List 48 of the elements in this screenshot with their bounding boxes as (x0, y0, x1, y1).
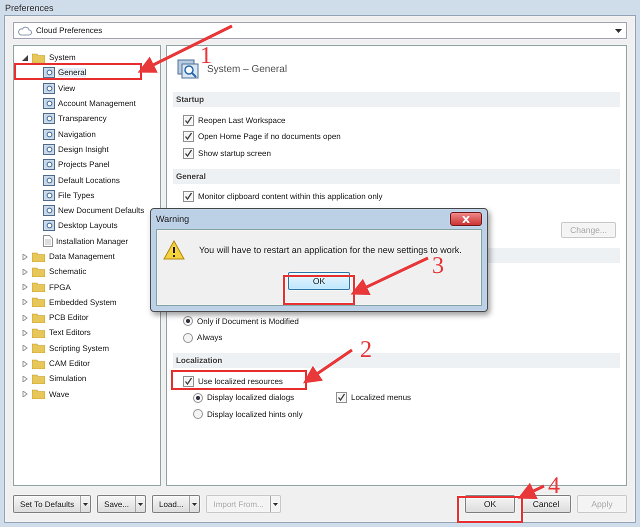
tree-item[interactable]: Data Management (49, 252, 115, 261)
tree-item[interactable]: Installation Manager (56, 236, 128, 246)
section-title: Startup (176, 95, 204, 104)
checkbox-label: Localized menus (351, 393, 412, 402)
checkbox-label: Use localized resources (198, 376, 283, 386)
panel-title: System – General (207, 64, 288, 74)
tree-item[interactable]: Desktop Layouts (58, 221, 118, 230)
tree-item[interactable]: Transparency (58, 114, 107, 124)
tree-item[interactable]: Projects Panel (58, 160, 110, 170)
tree-item[interactable]: Default Locations (58, 176, 120, 185)
tree-item[interactable]: System (49, 53, 76, 62)
tree-item[interactable]: General (58, 68, 86, 78)
tree-item[interactable]: Design Insight (58, 144, 109, 154)
radio-label: Only if Document is Modified (197, 316, 299, 326)
tree-item[interactable]: FPGA (49, 282, 71, 292)
dialog-message: You will have to restart an application for the new settings to work. (199, 245, 462, 255)
tree-item[interactable]: Account Management (58, 99, 136, 108)
tree-item[interactable]: Simulation (49, 374, 86, 384)
tree-item[interactable]: Text Editors (49, 328, 91, 338)
tree-item[interactable]: Wave (49, 390, 70, 399)
tree-item[interactable]: Navigation (58, 130, 96, 139)
tree-item[interactable]: PCB Editor (49, 313, 89, 322)
checkbox-label: Show startup screen (198, 148, 271, 158)
checkbox-label: Monitor clipboard content within this application only (198, 192, 383, 202)
section-title: Localization (176, 356, 222, 365)
tree-item[interactable]: Schematic (49, 267, 86, 276)
checkbox-label: Reopen Last Workspace (198, 116, 286, 125)
preferences-dropdown[interactable]: Cloud Preferences (13, 22, 627, 39)
dialog-button[interactable]: Cancel (521, 495, 571, 513)
section-title: General (176, 172, 206, 180)
split-button[interactable]: Load... (152, 495, 200, 513)
split-button[interactable]: Save... (97, 495, 146, 513)
tree-item[interactable]: File Types (58, 190, 94, 200)
tree-item[interactable]: Embedded System (49, 298, 117, 307)
tree-item[interactable]: Scripting System (49, 344, 110, 353)
tree-item[interactable]: CAM Editor (49, 359, 90, 368)
radio-label: Always (197, 333, 222, 342)
step-number: 3 (432, 254, 444, 278)
tree-item[interactable]: View (58, 84, 76, 93)
step-number: 4 (548, 474, 560, 498)
radio-label: Display localized dialogs (207, 393, 296, 402)
tree-item[interactable]: New Document Defaults (58, 206, 144, 216)
split-button[interactable]: Set To Defaults (13, 495, 92, 513)
step-number: 2 (360, 338, 372, 362)
dialog-title: Warning (156, 214, 190, 224)
window-title: Preferences (5, 2, 54, 12)
checkbox-label: Open Home Page if no documents open (198, 132, 341, 142)
radio-label: Display localized hints only (207, 410, 304, 419)
